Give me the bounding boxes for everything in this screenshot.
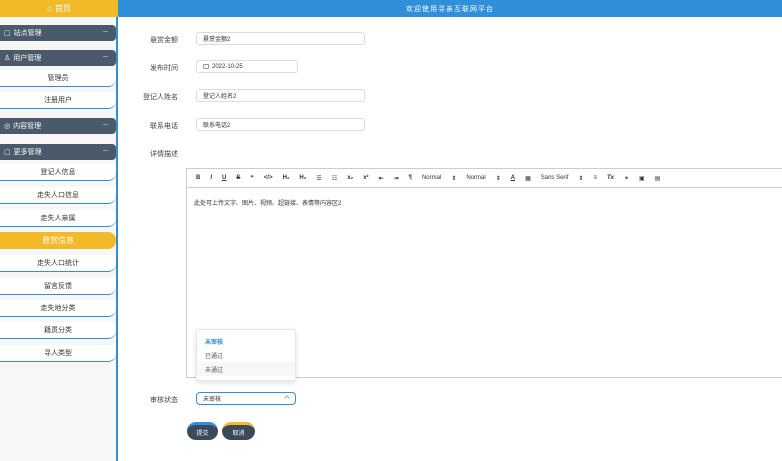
h2-button[interactable]: H₂: [299, 175, 306, 181]
outdent-icon[interactable]: ⇤: [379, 175, 384, 182]
font-color-icon[interactable]: A: [511, 175, 515, 181]
strike-button[interactable]: S: [236, 175, 240, 181]
registrant-name-field[interactable]: 登记人姓名2: [196, 89, 365, 102]
blockquote-icon[interactable]: ❞: [250, 175, 254, 182]
text-direction-icon[interactable]: ¶: [409, 175, 412, 181]
editor-text: 此处可上传文字、图片、视频、超链接、表情等内容区2: [194, 201, 342, 207]
home-icon: ⌂: [47, 4, 52, 13]
status-label: 审核状态: [150, 397, 178, 404]
sidebar-item-registered-users[interactable]: 注册用户: [0, 92, 116, 109]
collapse-icon: [103, 31, 108, 34]
sidebar-item-search-type[interactable]: 寻人类型: [0, 345, 116, 362]
phone-field[interactable]: 联系电话2: [196, 118, 365, 131]
sidebar-item-missing-relatives[interactable]: 走失人亲属: [0, 210, 116, 227]
collapse-icon: [103, 124, 108, 127]
link-icon[interactable]: ⚭: [624, 175, 629, 182]
menu-content-management[interactable]: ◎ 内容管理: [0, 118, 116, 134]
menu-more-management[interactable]: ▢ 更多管理: [0, 144, 116, 160]
bold-button[interactable]: B: [196, 175, 200, 181]
menu-site-icon: ▢: [4, 30, 11, 37]
header-select-arrow-icon[interactable]: ⇕: [496, 175, 501, 182]
top-bar: ⌂ 首页 欢迎使用寻亲互联网平台: [0, 0, 782, 17]
clear-format-icon[interactable]: Tx: [607, 175, 614, 181]
menu-user-management[interactable]: ♙ 用户管理: [0, 50, 116, 66]
size-select[interactable]: Normal: [422, 175, 441, 181]
font-select-arrow-icon[interactable]: ⇕: [578, 175, 583, 182]
editor-toolbar: B I U S ❞ </> H₁ H₂ ☰ ☷ x₂ x² ⇤ ⇥ ¶ Norm…: [186, 168, 782, 188]
background-color-icon[interactable]: ▦: [525, 175, 531, 182]
italic-button[interactable]: I: [210, 175, 212, 181]
sidebar-item-location-category[interactable]: 走失地分类: [0, 300, 116, 317]
superscript-button[interactable]: x²: [363, 175, 368, 181]
sidebar: ▢ 站点管理 ♙ 用户管理 管理员 注册用户 ◎ 内容管理 ▢ 更多管理 登记人…: [0, 17, 118, 461]
cancel-button[interactable]: 取消: [222, 422, 255, 440]
registrant-name-label: 登记人姓名: [143, 94, 178, 101]
home-tab[interactable]: ⌂ 首页: [0, 0, 118, 17]
video-icon[interactable]: ▤: [655, 175, 661, 182]
code-block-icon[interactable]: </>: [264, 175, 273, 181]
menu-site-management[interactable]: ▢ 站点管理: [0, 25, 116, 41]
sidebar-item-hometown-category[interactable]: 籍贯分类: [0, 322, 116, 339]
user-icon: ♙: [4, 55, 11, 62]
details-label: 详情描述: [150, 151, 178, 158]
sidebar-item-missing-statistics[interactable]: 走失人口统计: [0, 255, 116, 272]
header-select[interactable]: Normal: [466, 175, 485, 181]
sidebar-item-registrant-info[interactable]: 登记人信息: [0, 164, 116, 181]
calendar-icon: [203, 64, 209, 69]
collapse-icon: [103, 150, 108, 153]
reward-field[interactable]: 悬赏金额2: [196, 32, 365, 45]
submit-button[interactable]: 提交: [187, 422, 218, 440]
ordered-list-icon[interactable]: ☰: [316, 175, 321, 182]
sidebar-item-feedback[interactable]: 留言反馈: [0, 278, 116, 295]
collapse-icon: [103, 56, 108, 59]
page-title: 欢迎使用寻亲互联网平台: [406, 4, 494, 13]
subscript-button[interactable]: x₂: [347, 175, 353, 181]
status-option-rejected[interactable]: 未通过: [197, 362, 295, 376]
publish-time-label: 发布时间: [150, 65, 178, 72]
reward-label: 悬赏金额: [150, 37, 178, 44]
more-icon: ▢: [4, 149, 11, 156]
status-option-pending[interactable]: 未审核: [197, 334, 295, 348]
indent-icon[interactable]: ⇥: [394, 175, 399, 182]
sidebar-item-admin[interactable]: 管理员: [0, 70, 116, 87]
font-select[interactable]: Sans Serif: [541, 175, 569, 181]
status-option-approved[interactable]: 已通过: [197, 348, 295, 362]
h1-button[interactable]: H₁: [283, 175, 290, 181]
sidebar-item-reward-info[interactable]: 悬赏信息: [0, 232, 116, 249]
status-dropdown-menu: 未审核 已通过 未通过: [196, 329, 296, 381]
chevron-up-icon: [284, 395, 290, 401]
publish-date-picker[interactable]: 2022-10-25: [196, 60, 298, 73]
home-label: 首页: [54, 4, 71, 13]
content-icon: ◎: [4, 123, 11, 130]
phone-label: 联系电话: [150, 123, 178, 130]
underline-button[interactable]: U: [222, 175, 226, 181]
bullet-list-icon[interactable]: ☷: [332, 175, 337, 182]
image-icon[interactable]: ▣: [639, 175, 645, 182]
size-select-arrow-icon[interactable]: ⇕: [451, 175, 456, 182]
sidebar-item-missing-person-info[interactable]: 走失人口信息: [0, 187, 116, 204]
align-icon[interactable]: ≡: [593, 175, 597, 181]
status-select[interactable]: 未审核: [196, 392, 296, 405]
